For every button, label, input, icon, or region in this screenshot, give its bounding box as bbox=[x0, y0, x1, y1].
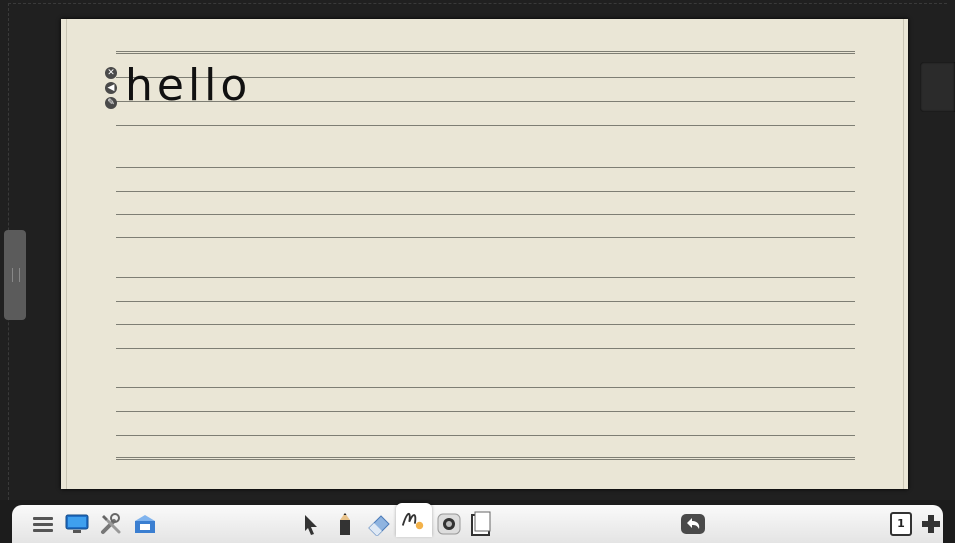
toolbar-bar: 1 bbox=[12, 503, 944, 543]
ruling-line bbox=[116, 277, 855, 278]
ruling-line bbox=[116, 125, 855, 126]
bottom-toolbar: 1 bbox=[0, 500, 955, 543]
ruling-line bbox=[116, 191, 855, 192]
ruling-line bbox=[116, 324, 855, 325]
ruling-line bbox=[116, 51, 855, 54]
ruling-line bbox=[116, 214, 855, 215]
page-counter[interactable]: 1 bbox=[888, 511, 914, 537]
menu-icon[interactable] bbox=[30, 511, 56, 537]
ruling-line bbox=[116, 411, 855, 412]
edit-icon[interactable]: ✎ bbox=[105, 97, 117, 109]
resources-icon[interactable] bbox=[132, 511, 158, 537]
ruling-line bbox=[116, 237, 855, 238]
handwriting-icon[interactable] bbox=[400, 506, 426, 532]
whiteboard-area: ✕ ◀ ✎ hello bbox=[0, 0, 955, 500]
right-drawer-handle[interactable] bbox=[920, 62, 955, 112]
ruling-line bbox=[116, 457, 855, 460]
spotlight-icon[interactable] bbox=[436, 511, 462, 537]
pen-icon[interactable] bbox=[332, 511, 358, 537]
speaker-icon[interactable]: ◀ bbox=[105, 82, 117, 94]
ruling-line bbox=[116, 167, 855, 168]
left-drawer-handle[interactable] bbox=[4, 230, 26, 320]
page-number: 1 bbox=[890, 512, 912, 536]
ruling-line bbox=[116, 301, 855, 302]
undo-icon[interactable] bbox=[680, 511, 706, 537]
close-icon[interactable]: ✕ bbox=[105, 67, 117, 79]
grip-icon bbox=[12, 268, 20, 282]
ruling-line bbox=[116, 435, 855, 436]
ruling-line bbox=[116, 387, 855, 388]
add-icon[interactable] bbox=[918, 511, 944, 537]
ruling-line bbox=[116, 348, 855, 349]
tools-icon[interactable] bbox=[98, 511, 124, 537]
page-icon[interactable] bbox=[468, 511, 494, 537]
lined-paper-page[interactable]: ✕ ◀ ✎ hello bbox=[61, 19, 908, 489]
hello-text[interactable]: hello bbox=[125, 61, 251, 111]
eraser-icon[interactable] bbox=[366, 511, 392, 537]
board-border-top bbox=[8, 3, 947, 4]
select-icon[interactable] bbox=[298, 511, 324, 537]
desktop-icon[interactable] bbox=[64, 511, 90, 537]
